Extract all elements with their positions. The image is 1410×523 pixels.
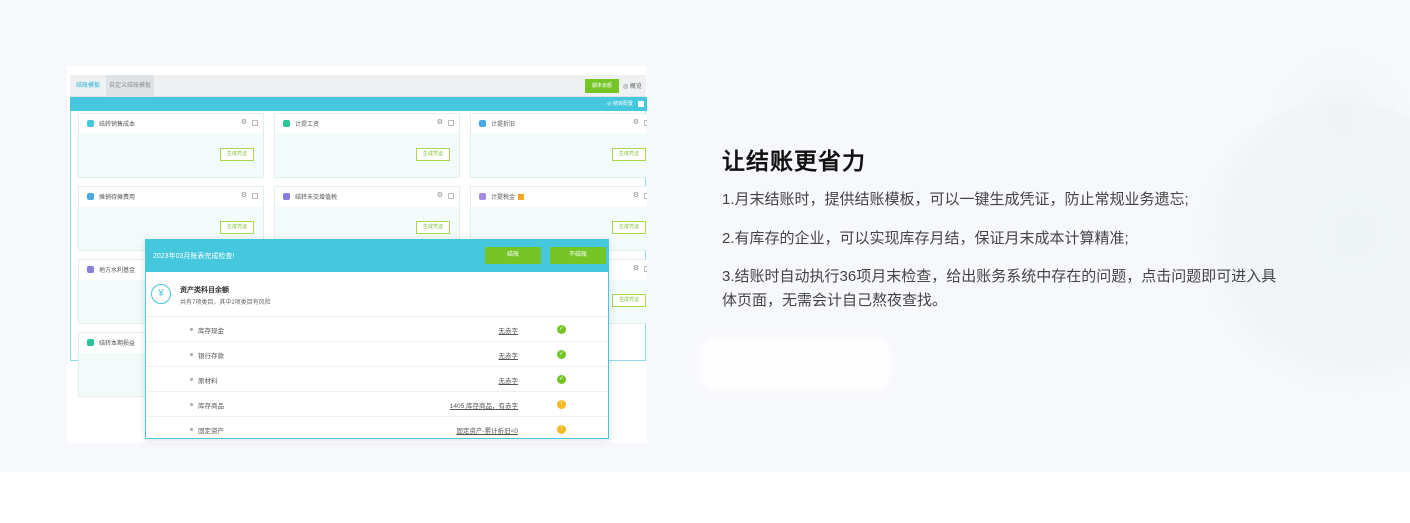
check-row: 固定资产 固定资产-累计折旧<0 ! [146,416,608,438]
card-label: 结转销售成本 [99,122,136,128]
carry-forward-config-link[interactable]: ◎ 结转配置 [607,100,633,107]
decorative-smudge [700,338,890,390]
gear-icon[interactable]: ⚙ [633,118,639,126]
card-icon [87,193,94,200]
check-warning-icon: ! [557,425,566,434]
card-icon [479,120,486,127]
card-checkbox[interactable] [448,120,454,126]
check-row: 库存商品 1405 库存商品，有赤字 ! [146,391,608,416]
tab-custom-template[interactable]: 自定义结账模板 [109,80,151,89]
check-warning-icon: ! [557,400,566,409]
feature-title: 让结账更省力 [722,148,866,174]
section-subtitle: 共有7项类目，其中2项类目有风险 [180,300,271,306]
skip-closing-button[interactable]: 不结账 [550,247,606,264]
overview-link[interactable]: ◎ 概览 [623,81,642,90]
generate-voucher-button[interactable]: 生成凭证 [416,221,450,234]
card-label: 结转未交增值税 [295,195,338,201]
gear-icon[interactable]: ⚙ [437,118,443,126]
generate-voucher-button[interactable]: 生成凭证 [416,148,450,161]
closing-check-dialog: 2023年03月账表完成检查! 结账 不结账 ¥ 资产类科目余额 共有7项类目，… [145,239,609,439]
generate-voucher-button[interactable]: 生成凭证 [612,294,646,307]
feature-point-3: 3.结账时自动执行36项月末检查，给出账务系统中存在的问题，点击问题即可进入具体… [722,268,1277,309]
period-balance-button[interactable]: 期末余额 [585,79,619,93]
check-result-link[interactable]: 无赤字 [499,375,519,385]
card-checkbox[interactable] [252,120,258,126]
gear-icon[interactable]: ⚙ [633,264,639,272]
gear-icon[interactable]: ⚙ [241,191,247,199]
card-label: 摊销待摊费用 [99,195,136,201]
screenshot-tab-bar: 结账模板 自定义结账模板 期末余额 ◎ 概览 [70,75,646,97]
card-label: 计提税金 [491,192,525,201]
check-row: 库存现金 无赤字 ✓ [146,316,608,341]
card-icon [87,339,94,346]
check-row: 银行存款 无赤字 ✓ [146,341,608,366]
bullet-dot [190,378,193,381]
check-row: 原材料 无赤字 ✓ [146,366,608,391]
account-name: 库存商品 [198,403,224,410]
account-name: 银行存款 [198,353,224,360]
card-checkbox[interactable] [644,120,647,126]
account-name: 库存现金 [198,328,224,335]
card-icon [283,120,290,127]
card-label: 计提工资 [295,122,320,128]
config-checkbox[interactable] [638,101,644,107]
card-icon [87,120,94,127]
check-ok-icon: ✓ [557,350,566,359]
generate-voucher-button[interactable]: 生成凭证 [612,148,646,161]
account-name: 原材料 [198,378,218,385]
bullet-dot [190,328,193,331]
section-title: 资产类科目余额 [180,287,229,294]
screenshot-config-bar: ◎ 结转配置 [70,97,647,111]
card-icon [87,266,94,273]
bullet-dot [190,353,193,356]
gear-icon[interactable]: ⚙ [241,118,247,126]
tab-closing-template[interactable]: 结账模板 [76,80,100,89]
generate-voucher-button[interactable]: 生成凭证 [220,148,254,161]
card-depreciation[interactable]: 计提折旧 ⚙ 生成凭证 [470,113,647,178]
feature-point-1: 1.月末结账时，提供结账模板，可以一键生成凭证，防止常规业务遗忘; [722,191,1189,208]
card-checkbox[interactable] [252,193,258,199]
check-result-link[interactable]: 1405 库存商品，有赤字 [450,400,518,410]
card-cost-of-sales[interactable]: 结转销售成本 ⚙ 生成凭证 [78,113,264,178]
check-result-link[interactable]: 无赤字 [499,325,519,335]
gear-icon[interactable]: ⚙ [437,191,443,199]
card-label: 结转本期损益 [99,341,136,347]
card-label: 计提折旧 [491,122,516,128]
bullet-dot [190,403,193,406]
generate-voucher-button[interactable]: 生成凭证 [612,221,646,234]
check-result-link[interactable]: 无赤字 [499,350,519,360]
close-books-button[interactable]: 结账 [485,247,541,264]
gear-icon[interactable]: ⚙ [633,191,639,199]
feature-point-2: 2.有库存的企业，可以实现库存月结，保证月末成本计算精准; [722,230,1129,247]
warning-badge [518,194,525,201]
dialog-header: 2023年03月账表完成检查! 结账 不结账 [146,240,608,272]
check-result-link[interactable]: 固定资产-累计折旧<0 [456,425,518,435]
card-checkbox[interactable] [644,266,647,272]
check-ok-icon: ✓ [557,325,566,334]
feature-section: 结账模板 自定义结账模板 期末余额 ◎ 概览 ◎ 结转配置 结转销售成本 ⚙ 生… [0,0,1410,472]
check-ok-icon: ✓ [557,375,566,384]
card-checkbox[interactable] [448,193,454,199]
dialog-title: 2023年03月账表完成检查! [153,253,235,260]
card-icon [479,193,486,200]
card-accrue-salary[interactable]: 计提工资 ⚙ 生成凭证 [274,113,460,178]
decorative-circle [1260,40,1410,200]
card-checkbox[interactable] [644,193,647,199]
card-icon [283,193,290,200]
account-name: 固定资产 [198,428,224,435]
currency-icon: ¥ [151,284,171,304]
bullet-dot [190,428,193,431]
card-label: 地方水利基金 [99,268,136,274]
generate-voucher-button[interactable]: 生成凭证 [220,221,254,234]
